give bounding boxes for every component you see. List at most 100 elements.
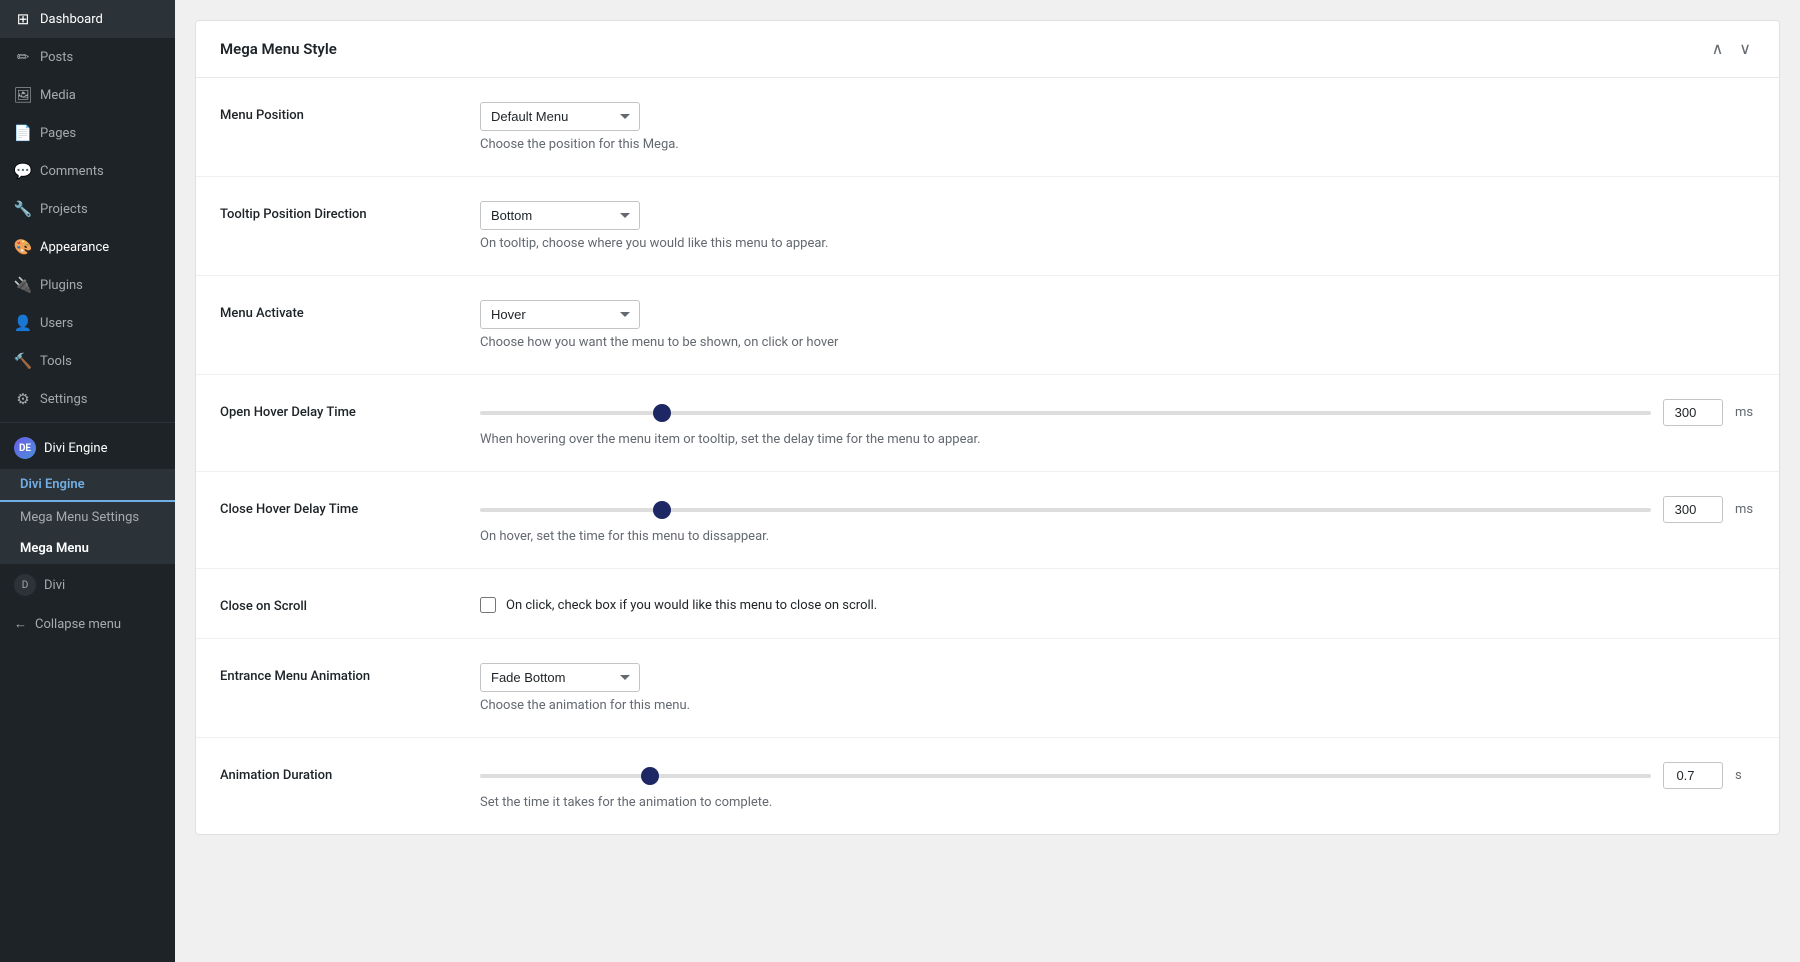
settings-row-animation-duration: Animation Duration s Set the time it tak… [196,738,1779,834]
sidebar-label-pages: Pages [40,126,76,141]
collapse-icon: ← [14,616,27,632]
input-close-hover-delay[interactable] [1663,496,1723,523]
media-icon: 🖼 [14,86,32,104]
select-menu-position[interactable]: Default Menu Top Bottom Left Right [480,102,640,131]
sidebar-label-tools: Tools [40,354,72,369]
settings-row-tooltip-position: Tooltip Position Direction Bottom Top Le… [196,177,1779,276]
label-close-hover-delay: Close Hover Delay Time [220,496,440,517]
panel-controls: ∧ ∨ [1708,37,1755,61]
settings-row-close-hover-delay: Close Hover Delay Time ms On hover, set … [196,472,1779,569]
projects-icon: 🔧 [14,200,32,218]
sidebar-item-tools[interactable]: 🔨 Tools [0,342,175,380]
sidebar-collapse-menu[interactable]: ← Collapse menu [0,606,175,642]
control-animation-duration: s Set the time it takes for the animatio… [480,762,1755,810]
settings-icon: ⚙ [14,390,32,408]
control-close-on-scroll: On click, check box if you would like th… [480,593,1755,613]
panel-header: Mega Menu Style ∧ ∨ [196,21,1779,78]
sidebar-item-settings[interactable]: ⚙ Settings [0,380,175,418]
select-tooltip-position[interactable]: Bottom Top Left Right [480,201,640,230]
pages-icon: 📄 [14,124,32,142]
unit-close-hover-delay: ms [1735,502,1755,517]
slider-animation-duration[interactable] [480,774,1651,778]
label-menu-position: Menu Position [220,102,440,123]
settings-row-entrance-animation: Entrance Menu Animation Fade Bottom Fade… [196,639,1779,738]
sidebar-item-pages[interactable]: 📄 Pages [0,114,175,152]
collapse-label: Collapse menu [35,617,121,632]
control-open-hover-delay: ms When hovering over the menu item or t… [480,399,1755,447]
users-icon: 👤 [14,314,32,332]
appearance-icon: 🎨 [14,238,32,256]
main-content: Mega Menu Style ∧ ∨ Menu Position Defaul… [175,0,1800,962]
divi-engine-icon: DE [14,437,36,459]
label-open-hover-delay: Open Hover Delay Time [220,399,440,420]
desc-entrance-animation: Choose the animation for this menu. [480,698,1755,713]
unit-animation-duration: s [1735,768,1755,783]
desc-close-hover-delay: On hover, set the time for this menu to … [480,529,1755,544]
unit-open-hover-delay: ms [1735,405,1755,420]
checkbox-close-on-scroll[interactable] [480,597,496,613]
label-animation-duration: Animation Duration [220,762,440,783]
sub-label-mega-menu-settings: Mega Menu Settings [20,510,139,525]
input-animation-duration[interactable] [1663,762,1723,789]
desc-menu-position: Choose the position for this Mega. [480,137,1755,152]
sidebar-item-plugins[interactable]: 🔌 Plugins [0,266,175,304]
control-menu-position: Default Menu Top Bottom Left Right Choos… [480,102,1755,152]
sidebar-sub-section: Divi Engine Mega Menu Settings Mega Menu [0,469,175,564]
sidebar-item-divi-engine[interactable]: DE Divi Engine [0,427,175,469]
slider-open-hover-delay[interactable] [480,411,1651,415]
sidebar-item-appearance[interactable]: 🎨 Appearance [0,228,175,266]
sidebar-item-comments[interactable]: 💬 Comments [0,152,175,190]
tools-icon: 🔨 [14,352,32,370]
sub-label-divi-engine: Divi Engine [20,477,85,492]
settings-row-menu-position: Menu Position Default Menu Top Bottom Le… [196,78,1779,177]
control-menu-activate: Hover Click Choose how you want the menu… [480,300,1755,350]
control-close-hover-delay: ms On hover, set the time for this menu … [480,496,1755,544]
slider-container-open-hover: ms [480,399,1755,426]
slider-container-animation-duration: s [480,762,1755,789]
sidebar-label-settings: Settings [40,392,87,407]
desc-tooltip-position: On tooltip, choose where you would like … [480,236,1755,251]
sidebar-item-media[interactable]: 🖼 Media [0,76,175,114]
checkbox-label-scroll: On click, check box if you would like th… [506,598,877,613]
mega-menu-style-panel: Mega Menu Style ∧ ∨ Menu Position Defaul… [195,20,1780,835]
divi-icon: D [14,574,36,596]
plugins-icon: 🔌 [14,276,32,294]
panel-collapse-button[interactable]: ∧ [1708,37,1728,61]
control-tooltip-position: Bottom Top Left Right On tooltip, choose… [480,201,1755,251]
comments-icon: 💬 [14,162,32,180]
sidebar-item-users[interactable]: 👤 Users [0,304,175,342]
select-entrance-animation[interactable]: Fade Bottom Fade Top Fade Left Fade Righ… [480,663,640,692]
sidebar-label-comments: Comments [40,164,104,179]
sidebar: ⊞ Dashboard ✏ Posts 🖼 Media 📄 Pages 💬 Co… [0,0,175,962]
input-open-hover-delay[interactable] [1663,399,1723,426]
sidebar-label-dashboard: Dashboard [40,12,103,27]
sidebar-item-posts[interactable]: ✏ Posts [0,38,175,76]
sidebar-label-projects: Projects [40,202,88,217]
sidebar-label-media: Media [40,88,76,103]
slider-container-close-hover: ms [480,496,1755,523]
desc-menu-activate: Choose how you want the menu to be shown… [480,335,1755,350]
sidebar-item-dashboard[interactable]: ⊞ Dashboard [0,0,175,38]
sidebar-sub-item-mega-menu[interactable]: Mega Menu [0,533,175,564]
posts-icon: ✏ [14,48,32,66]
sidebar-sub-item-mega-menu-settings[interactable]: Mega Menu Settings [0,502,175,533]
sidebar-divider [0,422,175,423]
label-tooltip-position: Tooltip Position Direction [220,201,440,222]
sidebar-item-divi[interactable]: D Divi [0,564,175,606]
sidebar-label-divi-engine: Divi Engine [44,441,107,456]
sidebar-label-plugins: Plugins [40,278,83,293]
panel-title: Mega Menu Style [220,40,337,58]
label-entrance-animation: Entrance Menu Animation [220,663,440,684]
select-menu-activate[interactable]: Hover Click [480,300,640,329]
panel-expand-button[interactable]: ∨ [1735,37,1755,61]
panel-body: Menu Position Default Menu Top Bottom Le… [196,78,1779,834]
sidebar-sub-item-divi-engine[interactable]: Divi Engine [0,469,175,502]
settings-row-menu-activate: Menu Activate Hover Click Choose how you… [196,276,1779,375]
settings-row-open-hover-delay: Open Hover Delay Time ms When hovering o… [196,375,1779,472]
dashboard-icon: ⊞ [14,10,32,28]
sidebar-item-projects[interactable]: 🔧 Projects [0,190,175,228]
sidebar-label-posts: Posts [40,50,73,65]
desc-open-hover-delay: When hovering over the menu item or tool… [480,432,1755,447]
slider-close-hover-delay[interactable] [480,508,1651,512]
control-entrance-animation: Fade Bottom Fade Top Fade Left Fade Righ… [480,663,1755,713]
